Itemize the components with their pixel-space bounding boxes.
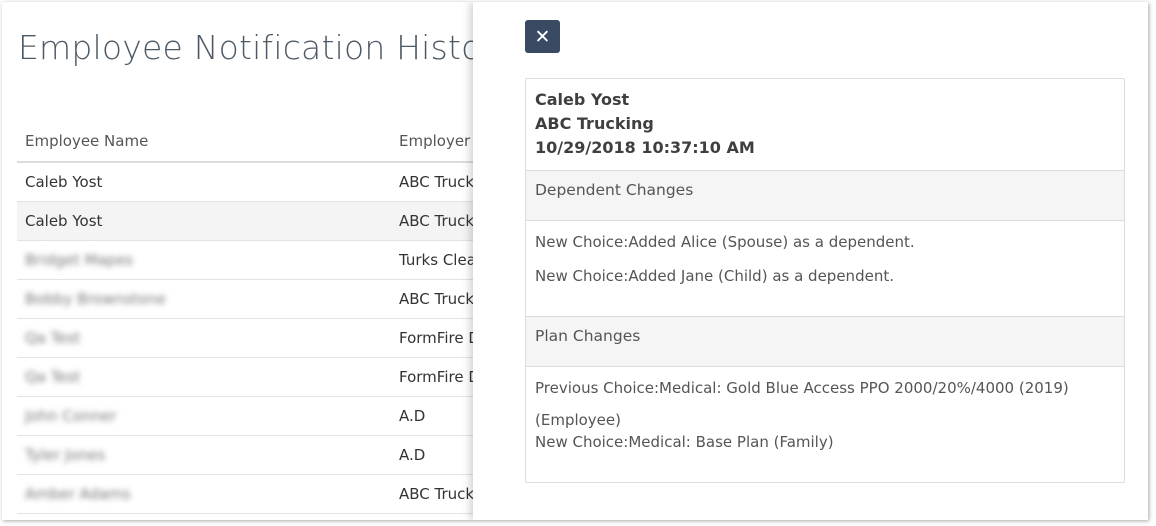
dependent-changes-header: Dependent Changes [526, 171, 1124, 221]
cell-employee-name: Qa Test [25, 329, 81, 347]
new-choice-line: New Choice:Medical: Base Plan (Family) [535, 433, 834, 451]
cell-employer: Turks Clea [399, 251, 476, 269]
table-body: Caleb Yost ABC Truckin Caleb Yost ABC Truck… [17, 163, 488, 514]
table-row[interactable]: Caleb Yost ABC Truckin [17, 202, 488, 241]
plan-changes-body: Previous Choice:Medical: Gold Blue Acces… [526, 367, 1124, 463]
employer-name: ABC Trucking [535, 114, 654, 133]
cell-employee-name: Qa Test [25, 368, 81, 386]
column-header-employer[interactable]: Employer [399, 132, 470, 150]
cell-employer: FormFire D [399, 368, 480, 386]
table-row[interactable]: Qa Test FormFire D [17, 319, 487, 358]
table-row[interactable]: Bobby Brownstone ABC Truckin [17, 280, 488, 319]
notification-timestamp: 10/29/2018 10:37:10 AM [535, 138, 755, 157]
notification-table: Employee Name Employer Caleb Yost ABC Tru… [17, 122, 488, 514]
table-row[interactable]: Amber Adams ABC Truckin [17, 475, 488, 514]
cell-employee-name: Bobby Brownstone [25, 290, 166, 308]
cell-employer: FormFire D [399, 329, 480, 347]
table-row[interactable]: Tyler Jones A.D [17, 436, 487, 475]
employee-name: Caleb Yost [535, 90, 630, 109]
previous-choice-line: Previous Choice:Medical: Gold Blue Acces… [535, 379, 1069, 397]
table-row[interactable]: Caleb Yost ABC Truckin [17, 163, 488, 202]
close-button[interactable]: ✕ [525, 20, 560, 53]
cell-employee-name: John Conner [25, 407, 117, 425]
table-header: Employee Name Employer [17, 122, 487, 163]
cell-employee-name: Caleb Yost [25, 212, 103, 230]
column-header-employee-name[interactable]: Employee Name [25, 132, 148, 150]
dependent-change-line: New Choice:Added Alice (Spouse) as a dep… [535, 233, 915, 251]
table-row[interactable]: Bridget Mapes Turks Clea [17, 241, 487, 280]
app-window: Employee Notification History Employee N… [2, 2, 1148, 520]
cell-employee-name: Bridget Mapes [25, 251, 134, 269]
cell-employee-name: Caleb Yost [25, 173, 103, 191]
dependent-changes-body: New Choice:Added Alice (Spouse) as a dep… [526, 221, 1124, 317]
cell-employer: A.D [399, 407, 426, 425]
cell-employee-name: Amber Adams [25, 485, 131, 503]
dependent-change-line: New Choice:Added Jane (Child) as a depen… [535, 267, 894, 285]
cell-employer: A.D [399, 446, 426, 464]
page-title: Employee Notification History [18, 28, 515, 67]
plan-changes-header: Plan Changes [526, 317, 1124, 367]
close-icon: ✕ [534, 25, 551, 48]
table-row[interactable]: John Conner A.D [17, 397, 487, 436]
cell-employee-name: Tyler Jones [25, 446, 106, 464]
table-row[interactable]: Qa Test FormFire D [17, 358, 487, 397]
notification-detail-card: Caleb Yost ABC Trucking 10/29/2018 10:37… [525, 78, 1125, 483]
notification-summary: Caleb Yost ABC Trucking 10/29/2018 10:37… [526, 79, 1124, 171]
notification-detail-panel: ✕ Caleb Yost ABC Trucking 10/29/2018 10:… [473, 2, 1148, 520]
previous-choice-continuation: (Employee) [535, 411, 621, 429]
